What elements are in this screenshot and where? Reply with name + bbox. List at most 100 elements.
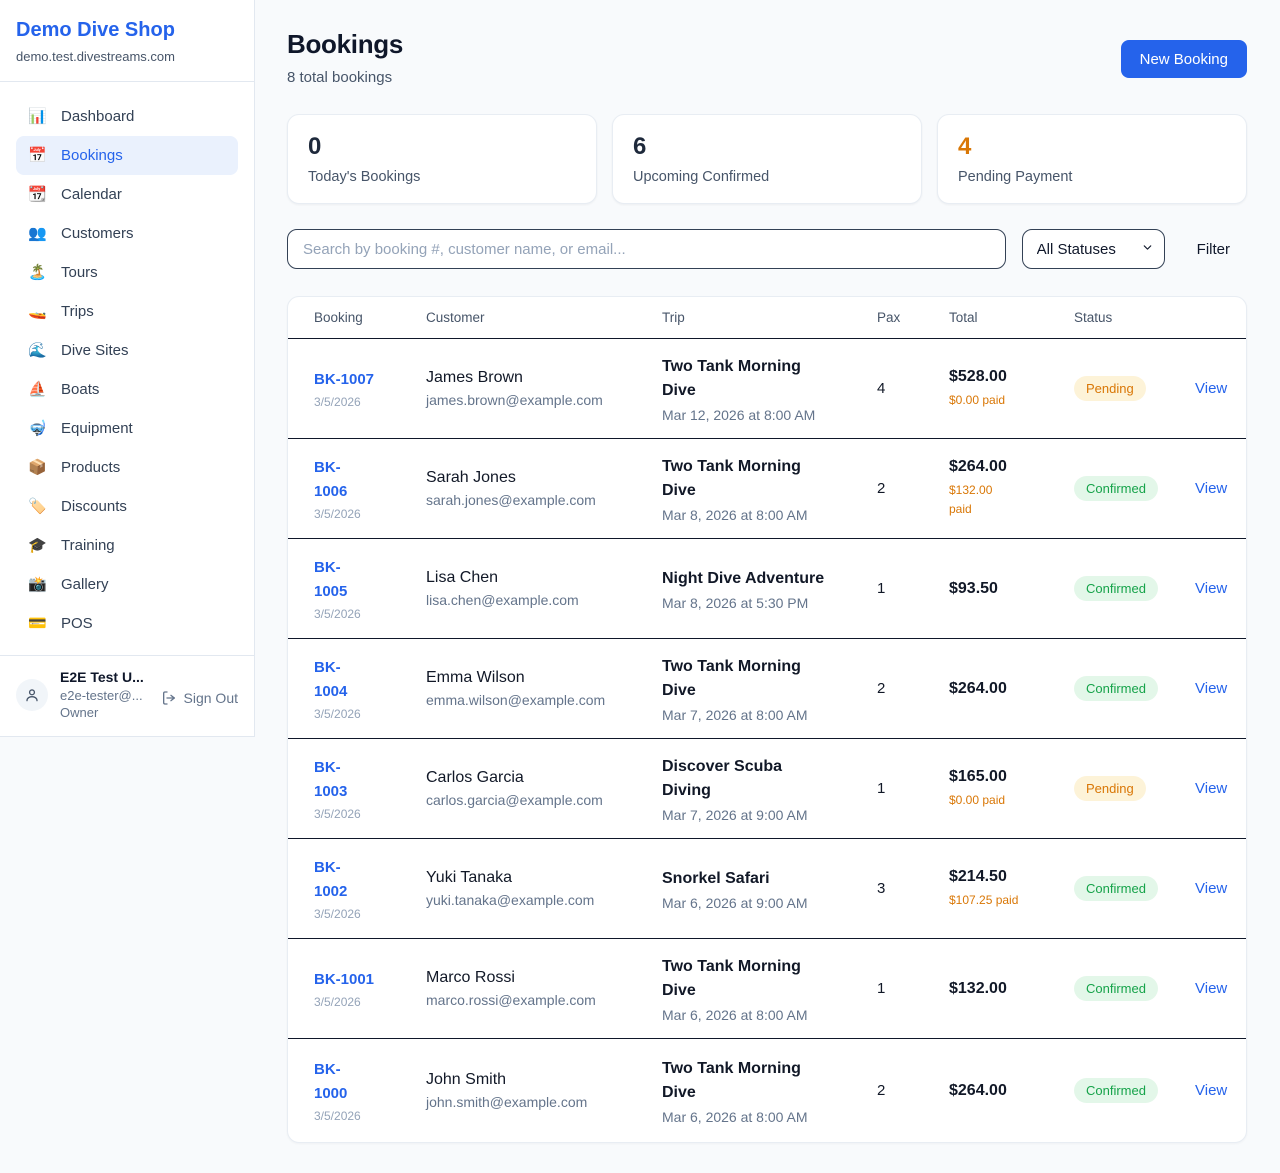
customers-icon: 👥 xyxy=(28,226,47,241)
booking-id-link[interactable]: BK- 1006 xyxy=(314,456,426,504)
booking-cell: BK- 1000 3/5/2026 xyxy=(314,1058,426,1123)
view-link[interactable]: View xyxy=(1195,580,1227,597)
brand-block: Demo Dive Shop demo.test.divestreams.com xyxy=(0,0,254,82)
sidebar-item-boats[interactable]: ⛵ Boats xyxy=(16,370,238,409)
total-cell: $264.00 xyxy=(949,680,1074,698)
view-link[interactable]: View xyxy=(1195,1082,1227,1099)
total-amount: $264.00 xyxy=(949,458,1074,476)
sidebar-item-label: Equipment xyxy=(61,420,133,437)
view-link[interactable]: View xyxy=(1195,980,1227,997)
booking-id-link[interactable]: BK- 1000 xyxy=(314,1058,426,1106)
table-row: BK- 1003 3/5/2026 Carlos Garcia carlos.g… xyxy=(288,739,1246,839)
stat-card: 0 Today's Bookings xyxy=(287,114,597,204)
status-badge: Confirmed xyxy=(1074,976,1158,1001)
logout-icon xyxy=(161,690,177,706)
customer-email: james.brown@example.com xyxy=(426,392,662,408)
sidebar-item-tours[interactable]: 🏝️ Tours xyxy=(16,253,238,292)
status-cell: Confirmed xyxy=(1074,976,1195,1001)
pax-value: 1 xyxy=(877,780,949,797)
filter-row: All Statuses Filter xyxy=(287,229,1247,269)
sidebar-item-discounts[interactable]: 🏷️ Discounts xyxy=(16,487,238,526)
sidebar-item-label: Discounts xyxy=(61,498,127,515)
view-link[interactable]: View xyxy=(1195,880,1227,897)
status-cell: Confirmed xyxy=(1074,876,1195,901)
booking-id-link[interactable]: BK- 1004 xyxy=(314,656,426,704)
user-footer: E2E Test U... e2e-tester@... Owner Sign … xyxy=(0,655,254,736)
sidebar-item-customers[interactable]: 👥 Customers xyxy=(16,214,238,253)
page-header: Bookings 8 total bookings New Booking xyxy=(287,29,1247,86)
sidebar-item-pos[interactable]: 💳 POS xyxy=(16,604,238,643)
status-select[interactable]: All Statuses xyxy=(1022,229,1165,269)
status-cell: Confirmed xyxy=(1074,676,1195,701)
sidebar-item-gallery[interactable]: 📸 Gallery xyxy=(16,565,238,604)
sidebar-item-bookings[interactable]: 📅 Bookings xyxy=(16,136,238,175)
pax-value: 2 xyxy=(877,480,949,497)
speedboat-icon: 🚤 xyxy=(28,304,47,319)
new-booking-button[interactable]: New Booking xyxy=(1121,40,1247,78)
trip-name: Snorkel Safari xyxy=(662,867,877,891)
camera-icon: 📸 xyxy=(28,577,47,592)
booking-date: 3/5/2026 xyxy=(314,607,426,621)
view-link[interactable]: View xyxy=(1195,780,1227,797)
main-content: Bookings 8 total bookings New Booking 0 … xyxy=(255,0,1280,1173)
brand-domain: demo.test.divestreams.com xyxy=(16,49,238,64)
booking-id-link[interactable]: BK-1001 xyxy=(314,968,426,992)
diving-mask-icon: 🤿 xyxy=(28,421,47,436)
sidebar-nav: 📊 Dashboard 📅 Bookings 📆 Calendar 👥 Cust… xyxy=(0,82,254,655)
sidebar-item-dashboard[interactable]: 📊 Dashboard xyxy=(16,97,238,136)
column-header-status: Status xyxy=(1074,310,1195,325)
stat-card: 6 Upcoming Confirmed xyxy=(612,114,922,204)
stat-value: 0 xyxy=(308,133,576,161)
trip-cell: Two Tank Morning Dive Mar 12, 2026 at 8:… xyxy=(662,355,877,423)
view-link[interactable]: View xyxy=(1195,480,1227,497)
booking-cell: BK-1007 3/5/2026 xyxy=(314,368,426,409)
sidebar-item-products[interactable]: 📦 Products xyxy=(16,448,238,487)
trip-cell: Two Tank Morning Dive Mar 6, 2026 at 8:0… xyxy=(662,955,877,1023)
trip-datetime: Mar 7, 2026 at 9:00 AM xyxy=(662,807,877,823)
customer-name: John Smith xyxy=(426,1071,662,1089)
bookings-table: Booking Customer Trip Pax Total Status B… xyxy=(287,296,1247,1143)
person-icon xyxy=(24,687,40,703)
booking-id-link[interactable]: BK- 1002 xyxy=(314,856,426,904)
booking-id-link[interactable]: BK- 1003 xyxy=(314,756,426,804)
bar-chart-icon: 📊 xyxy=(28,109,47,124)
customer-name: Emma Wilson xyxy=(426,669,662,687)
sidebar-item-trips[interactable]: 🚤 Trips xyxy=(16,292,238,331)
filter-button[interactable]: Filter xyxy=(1197,241,1230,258)
sign-out-button[interactable]: Sign Out xyxy=(161,690,238,706)
pax-value: 1 xyxy=(877,580,949,597)
sidebar-item-calendar[interactable]: 📆 Calendar xyxy=(16,175,238,214)
sidebar-item-equipment[interactable]: 🤿 Equipment xyxy=(16,409,238,448)
booking-date: 3/5/2026 xyxy=(314,1109,426,1123)
customer-cell: Marco Rossi marco.rossi@example.com xyxy=(426,969,662,1008)
booking-date: 3/5/2026 xyxy=(314,807,426,821)
column-header-pax: Pax xyxy=(877,310,949,325)
booking-id-link[interactable]: BK- 1005 xyxy=(314,556,426,604)
booking-id-link[interactable]: BK-1007 xyxy=(314,368,426,392)
status-badge: Pending xyxy=(1074,776,1146,801)
table-body: BK-1007 3/5/2026 James Brown james.brown… xyxy=(288,339,1246,1142)
customer-email: emma.wilson@example.com xyxy=(426,692,662,708)
sidebar-item-label: Products xyxy=(61,459,120,476)
sidebar-item-dive-sites[interactable]: 🌊 Dive Sites xyxy=(16,331,238,370)
sidebar-item-training[interactable]: 🎓 Training xyxy=(16,526,238,565)
stats-row: 0 Today's Bookings 6 Upcoming Confirmed … xyxy=(287,114,1247,204)
view-link[interactable]: View xyxy=(1195,380,1227,397)
customer-email: yuki.tanaka@example.com xyxy=(426,892,662,908)
total-amount: $264.00 xyxy=(949,1082,1074,1100)
trip-cell: Two Tank Morning Dive Mar 7, 2026 at 8:0… xyxy=(662,655,877,723)
trip-cell: Night Dive Adventure Mar 8, 2026 at 5:30… xyxy=(662,567,877,611)
total-cell: $165.00 $0.00 paid xyxy=(949,768,1074,810)
brand-name: Demo Dive Shop xyxy=(16,19,238,42)
booking-date: 3/5/2026 xyxy=(314,995,426,1009)
customer-cell: Emma Wilson emma.wilson@example.com xyxy=(426,669,662,708)
customer-cell: James Brown james.brown@example.com xyxy=(426,369,662,408)
stat-value: 6 xyxy=(633,133,901,161)
trip-name: Two Tank Morning Dive xyxy=(662,955,877,1003)
status-badge: Confirmed xyxy=(1074,1078,1158,1103)
customer-name: Carlos Garcia xyxy=(426,769,662,787)
search-input[interactable] xyxy=(287,229,1006,269)
trip-cell: Two Tank Morning Dive Mar 8, 2026 at 8:0… xyxy=(662,455,877,523)
status-select-wrap: All Statuses xyxy=(1022,229,1165,269)
view-link[interactable]: View xyxy=(1195,680,1227,697)
